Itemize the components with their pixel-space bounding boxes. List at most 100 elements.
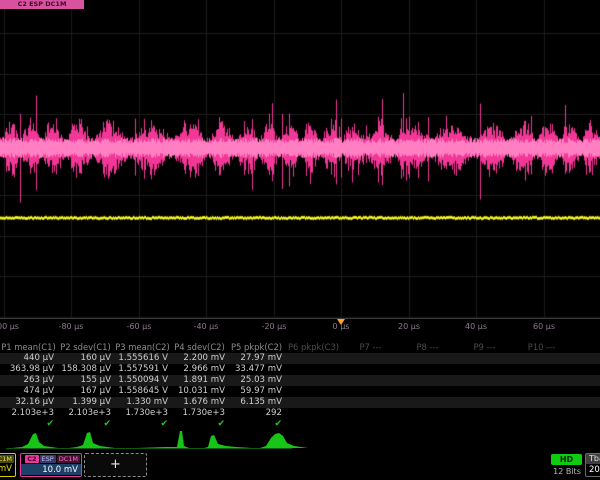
c1-coupling-badge: DC1M bbox=[0, 455, 14, 463]
parameter-histicon bbox=[67, 429, 124, 449]
param-header-p4[interactable]: P4 sdev(C2) bbox=[171, 341, 228, 353]
measure-value: 32.16 µV bbox=[0, 397, 57, 408]
measure-value: 25.03 mV bbox=[228, 375, 285, 386]
waveform-display[interactable] bbox=[0, 0, 600, 330]
hd-mode-badge[interactable]: HD bbox=[551, 454, 582, 465]
time-axis-label: -20 µs bbox=[262, 322, 287, 331]
time-axis-label: 20 µs bbox=[398, 322, 420, 331]
c1-vertical-scale: 20.0 mV bbox=[0, 463, 15, 474]
measure-value: 363.98 µV bbox=[0, 364, 57, 375]
measure-value: 10.031 mV bbox=[171, 386, 228, 397]
measure-value: 474 µV bbox=[0, 386, 57, 397]
measure-value bbox=[456, 386, 513, 397]
parameter-histicon bbox=[202, 429, 259, 449]
measure-value: 1.730e+3 bbox=[171, 408, 228, 419]
measure-value: 59.97 mV bbox=[228, 386, 285, 397]
measure-value bbox=[285, 386, 342, 397]
measure-value bbox=[342, 353, 399, 364]
param-header-p7[interactable]: P7 --- bbox=[342, 341, 399, 353]
measure-value: 1.550094 V bbox=[114, 375, 171, 386]
measure-value bbox=[285, 408, 342, 419]
timebase-descriptor[interactable]: Tbase 20.0 bbox=[585, 453, 600, 477]
channel-c1-descriptor[interactable]: DC1M 20.0 mV bbox=[0, 453, 16, 477]
measure-table: P1 mean(C1)P2 sdev(C1)P3 mean(C2)P4 sdev… bbox=[0, 341, 600, 430]
measure-value: 1.399 µV bbox=[57, 397, 114, 408]
measure-value bbox=[342, 397, 399, 408]
measure-value bbox=[342, 375, 399, 386]
time-axis-label: -100 µs bbox=[0, 322, 19, 331]
param-header-p8[interactable]: P8 --- bbox=[399, 341, 456, 353]
measure-value: 2.103e+3 bbox=[57, 408, 114, 419]
measure-value: 292 bbox=[228, 408, 285, 419]
measure-value: 6.135 mV bbox=[228, 397, 285, 408]
measure-value: 1.891 mV bbox=[171, 375, 228, 386]
measure-value bbox=[513, 408, 570, 419]
measure-value: 440 µV bbox=[0, 353, 57, 364]
time-axis-label: -40 µs bbox=[194, 322, 219, 331]
measure-value: 1.730e+3 bbox=[114, 408, 171, 419]
measure-value: 2.966 mV bbox=[171, 364, 228, 375]
param-header-p6[interactable]: P6 pkpk(C3) bbox=[285, 341, 342, 353]
measure-value bbox=[513, 353, 570, 364]
measure-value bbox=[399, 364, 456, 375]
measure-value: 167 µV bbox=[57, 386, 114, 397]
timebase-label: Tbase bbox=[586, 454, 600, 464]
measure-value bbox=[399, 353, 456, 364]
param-header-p1[interactable]: P1 mean(C1) bbox=[0, 341, 57, 353]
measure-value: 33.477 mV bbox=[228, 364, 285, 375]
measure-row-min: 263 µV155 µV1.550094 V1.891 mV25.03 mV bbox=[0, 375, 600, 386]
parameter-histicon bbox=[10, 429, 67, 449]
c2-esp-badge: ESP bbox=[40, 455, 56, 463]
time-axis-label: 60 µs bbox=[533, 322, 555, 331]
add-trace-button[interactable]: + bbox=[84, 453, 147, 477]
measure-value bbox=[285, 375, 342, 386]
param-header-p2[interactable]: P2 sdev(C1) bbox=[57, 341, 114, 353]
measure-value: 1.676 mV bbox=[171, 397, 228, 408]
measure-value bbox=[342, 408, 399, 419]
descriptor-bar: DC1M 20.0 mV C2 ESP DC1M 10.0 mV + Tbase… bbox=[0, 452, 600, 480]
measure-value: 1.330 mV bbox=[114, 397, 171, 408]
measure-value bbox=[285, 353, 342, 364]
measure-value bbox=[456, 397, 513, 408]
timebase-value: 20.0 bbox=[586, 464, 600, 475]
measure-value bbox=[513, 375, 570, 386]
measure-row-value: 440 µV160 µV1.555616 V2.200 mV27.97 mV bbox=[0, 353, 600, 364]
param-header-p5[interactable]: P5 pkpk(C2) bbox=[228, 341, 285, 353]
parameter-histicon bbox=[135, 429, 192, 449]
param-header-p10[interactable]: P10 --- bbox=[513, 341, 570, 353]
measure-value bbox=[513, 364, 570, 375]
measure-row-sdev: 32.16 µV1.399 µV1.330 mV1.676 mV6.135 mV bbox=[0, 397, 600, 408]
measure-value bbox=[399, 375, 456, 386]
time-axis-label: -80 µs bbox=[59, 322, 84, 331]
measure-value: 2.103e+3 bbox=[0, 408, 57, 419]
measure-value: 158.308 µV bbox=[57, 364, 114, 375]
measure-value bbox=[513, 397, 570, 408]
histicon-strip bbox=[0, 429, 600, 452]
time-axis-label: 40 µs bbox=[465, 322, 487, 331]
measure-value bbox=[342, 364, 399, 375]
measure-value: 27.97 mV bbox=[228, 353, 285, 364]
measure-row-max: 474 µV167 µV1.558645 V10.031 mV59.97 mV bbox=[0, 386, 600, 397]
c2-vertical-scale: 10.0 mV bbox=[21, 464, 81, 475]
param-header-p3[interactable]: P3 mean(C2) bbox=[114, 341, 171, 353]
time-axis: -100 µs -80 µs -60 µs -40 µs -20 µs 0 µs 20 µs… bbox=[0, 319, 600, 337]
measure-value: 1.558645 V bbox=[114, 386, 171, 397]
measure-value bbox=[285, 397, 342, 408]
param-header-p9[interactable]: P9 --- bbox=[456, 341, 513, 353]
measure-value bbox=[342, 386, 399, 397]
channel-c2-descriptor[interactable]: C2 ESP DC1M 10.0 mV bbox=[20, 453, 82, 477]
measure-row-mean: 363.98 µV158.308 µV1.557591 V2.966 mV33.… bbox=[0, 364, 600, 375]
measure-value: 2.200 mV bbox=[171, 353, 228, 364]
measure-value: 1.557591 V bbox=[114, 364, 171, 375]
measure-value: 155 µV bbox=[57, 375, 114, 386]
measure-value: 263 µV bbox=[0, 375, 57, 386]
measure-value bbox=[399, 386, 456, 397]
c2-coupling-badge: DC1M bbox=[57, 455, 80, 463]
measure-value: 1.555616 V bbox=[114, 353, 171, 364]
time-axis-label: -60 µs bbox=[127, 322, 152, 331]
time-axis-label: 0 µs bbox=[333, 322, 350, 331]
measure-value bbox=[456, 408, 513, 419]
measure-value bbox=[456, 375, 513, 386]
c2-channel-badge: C2 bbox=[25, 455, 38, 463]
measure-value bbox=[285, 364, 342, 375]
